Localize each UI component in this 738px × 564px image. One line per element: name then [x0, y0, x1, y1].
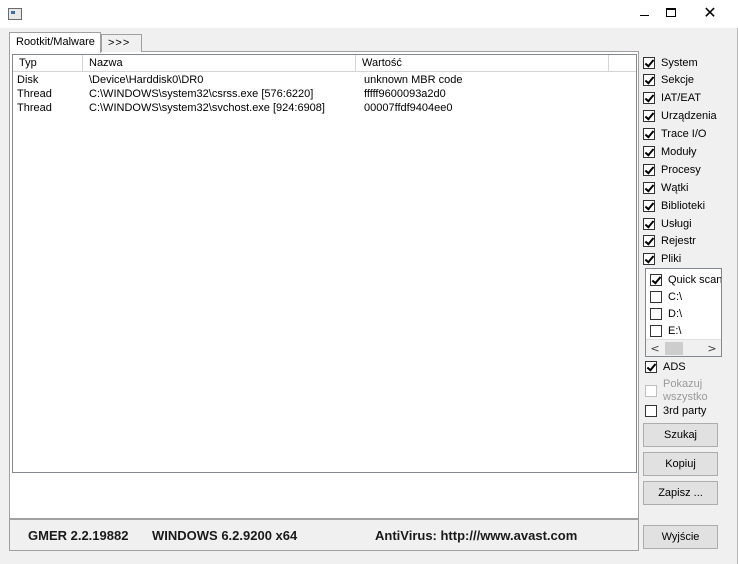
cell-nazwa: C:\WINDOWS\system32\csrss.exe [576:6220] [89, 88, 314, 100]
checkbox[interactable] [645, 361, 657, 373]
title-bar: ✕ [0, 0, 738, 28]
drive-quick-scan[interactable]: Quick scan [650, 272, 721, 288]
option-sekcje[interactable]: Sekcje [643, 72, 694, 88]
list-rows: Disk \Device\Harddisk0\DR0 unknown MBR c… [13, 74, 636, 116]
close-button[interactable]: ✕ [688, 0, 732, 24]
checkbox[interactable] [643, 182, 655, 194]
checkbox[interactable] [645, 385, 657, 397]
checkbox[interactable] [650, 274, 662, 286]
option-show-all[interactable]: Pokazuj wszystko [645, 378, 708, 404]
chevron-left-icon[interactable]: < [648, 342, 662, 355]
option-third-party[interactable]: 3rd party [645, 403, 706, 419]
option-trace-io[interactable]: Trace I/O [643, 126, 706, 142]
drive-e[interactable]: E:\ [650, 323, 681, 339]
minimize-button[interactable] [629, 0, 659, 24]
gmer-window: ✕ Rootkit/Malware >>> Typ Nazwa Wartość … [0, 0, 738, 564]
tab-more[interactable]: >>> [101, 34, 142, 52]
version-text: GMER 2.2.19882 [28, 528, 129, 543]
checkbox[interactable] [643, 74, 655, 86]
cell-wartosc: fffff9600093a2d0 [364, 88, 446, 100]
checkbox[interactable] [643, 92, 655, 104]
chevron-right-icon[interactable]: > [705, 342, 719, 355]
close-icon: ✕ [703, 2, 717, 22]
option-biblioteki[interactable]: Biblioteki [643, 198, 705, 214]
table-row[interactable]: Thread C:\WINDOWS\system32\csrss.exe [57… [13, 88, 636, 102]
checkbox[interactable] [643, 57, 655, 69]
scroll-thumb[interactable] [665, 342, 683, 355]
option-ads[interactable]: ADS [645, 359, 686, 375]
scan-button[interactable]: Szukaj [643, 423, 718, 447]
checkbox[interactable] [645, 405, 657, 417]
checkbox[interactable] [643, 146, 655, 158]
option-moduly[interactable]: Moduły [643, 144, 696, 160]
checkbox[interactable] [643, 235, 655, 247]
option-iat-eat[interactable]: IAT/EAT [643, 90, 701, 106]
checkbox[interactable] [643, 110, 655, 122]
status-bar: GMER 2.2.19882 WINDOWS 6.2.9200 x64 Anti… [9, 519, 639, 551]
antivirus-link[interactable]: AntiVirus: http:///www.avast.com [375, 528, 577, 543]
cell-typ: Disk [17, 74, 39, 86]
option-urzadzenia[interactable]: Urządzenia [643, 108, 717, 124]
option-system[interactable]: System [643, 55, 698, 71]
cell-wartosc: unknown MBR code [364, 74, 463, 86]
column-header-wartosc[interactable]: Wartość [356, 55, 609, 72]
maximize-icon [666, 7, 676, 17]
cell-nazwa: C:\WINDOWS\system32\svchost.exe [924:690… [89, 102, 325, 114]
cell-wartosc: 00007ffdf9404ee0 [364, 102, 453, 114]
column-header-typ[interactable]: Typ [13, 55, 83, 72]
checkbox[interactable] [643, 128, 655, 140]
checkbox[interactable] [650, 291, 662, 303]
table-row[interactable]: Thread C:\WINDOWS\system32\svchost.exe [… [13, 102, 636, 116]
checkbox[interactable] [643, 253, 655, 265]
column-header-empty[interactable] [609, 55, 636, 72]
results-list[interactable]: Typ Nazwa Wartość Disk \Device\Harddisk0… [12, 54, 637, 473]
cell-nazwa: \Device\Harddisk0\DR0 [89, 74, 204, 86]
checkbox[interactable] [643, 200, 655, 212]
option-pliki[interactable]: Pliki [643, 251, 681, 267]
minimize-icon [639, 14, 649, 16]
checkbox[interactable] [643, 164, 655, 176]
drives-list[interactable]: Quick scan C:\ D:\ E:\ < > [645, 268, 722, 357]
cell-typ: Thread [17, 102, 52, 114]
os-text: WINDOWS 6.2.9200 x64 [152, 528, 298, 543]
tab-rootkit-malware[interactable]: Rootkit/Malware [9, 32, 101, 53]
copy-button[interactable]: Kopiuj [643, 452, 718, 476]
column-header-nazwa[interactable]: Nazwa [83, 55, 356, 72]
horizontal-scrollbar[interactable]: < > [646, 339, 721, 356]
app-window-icon [8, 8, 22, 20]
checkbox[interactable] [643, 218, 655, 230]
maximize-button[interactable] [656, 0, 686, 24]
save-button[interactable]: Zapisz ... [643, 481, 718, 505]
checkbox[interactable] [650, 308, 662, 320]
exit-button[interactable]: Wyjście [643, 525, 718, 549]
option-rejestr[interactable]: Rejestr [643, 233, 696, 249]
drive-d[interactable]: D:\ [650, 306, 682, 322]
cell-typ: Thread [17, 88, 52, 100]
option-uslugi[interactable]: Usługi [643, 216, 692, 232]
option-procesy[interactable]: Procesy [643, 162, 701, 178]
checkbox[interactable] [650, 325, 662, 337]
list-header: Typ Nazwa Wartość [13, 55, 636, 72]
table-row[interactable]: Disk \Device\Harddisk0\DR0 unknown MBR c… [13, 74, 636, 88]
drive-c[interactable]: C:\ [650, 289, 682, 305]
option-watki[interactable]: Wątki [643, 180, 689, 196]
